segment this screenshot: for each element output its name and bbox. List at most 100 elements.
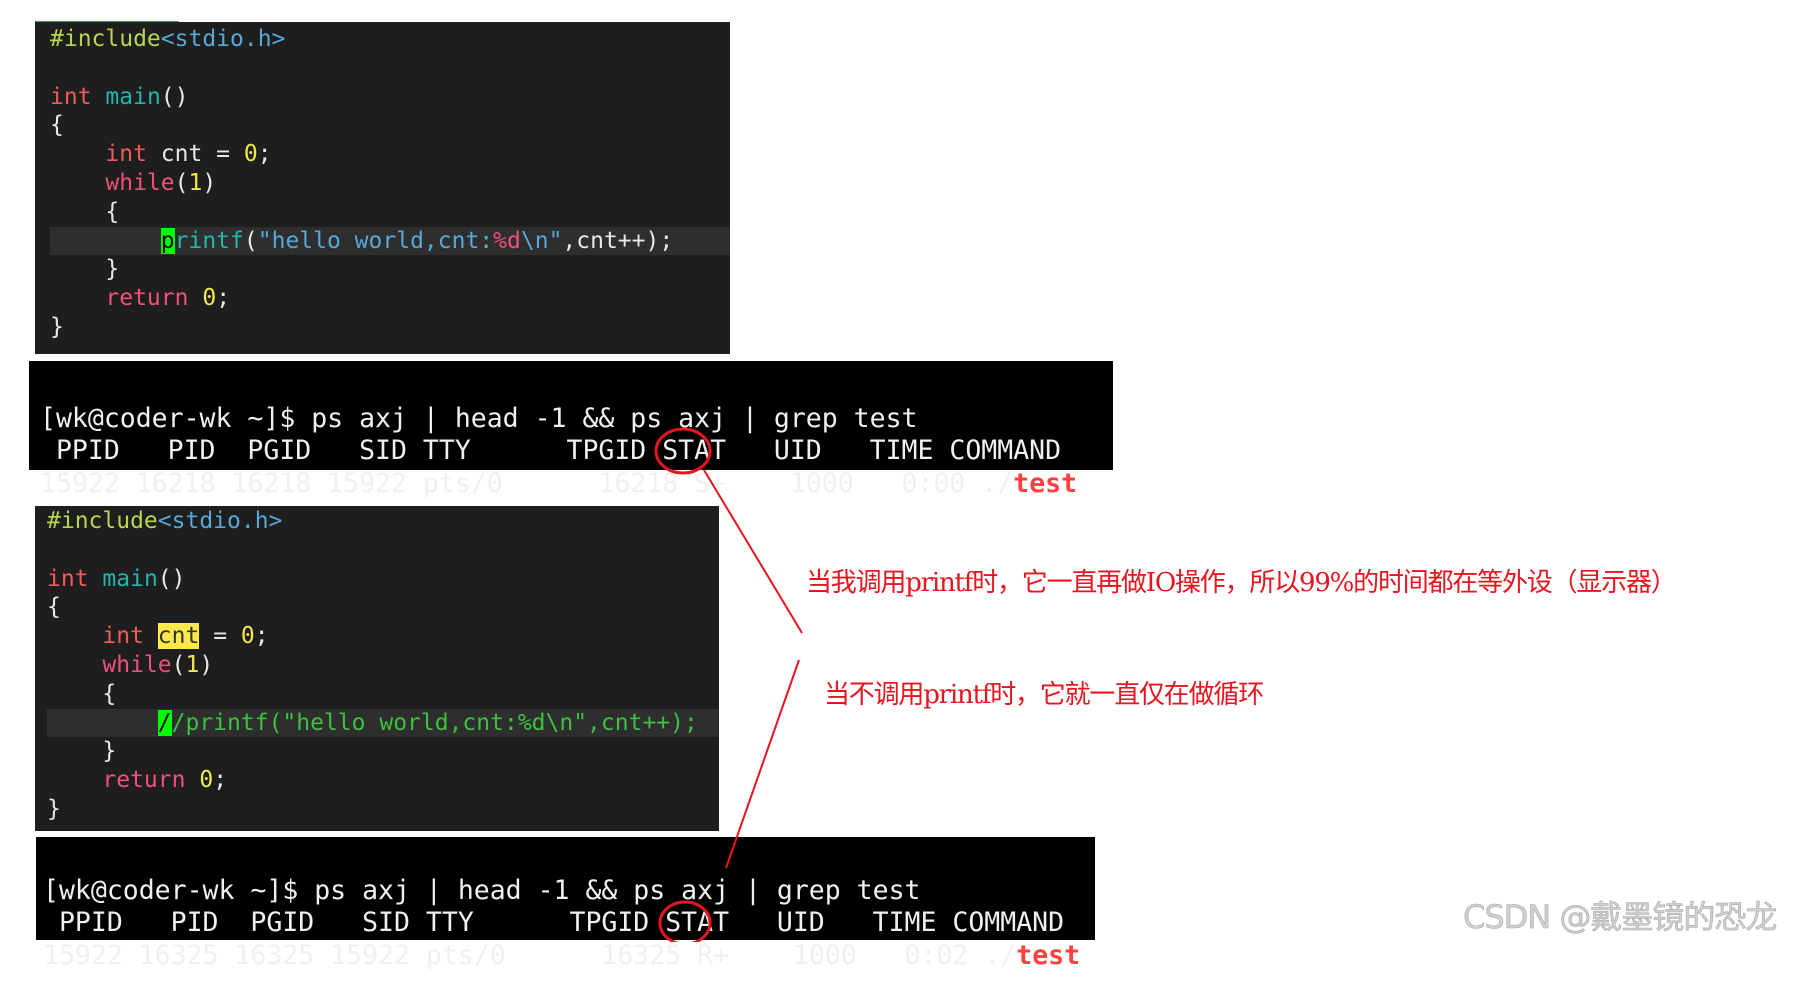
code-line: { — [35, 111, 730, 140]
code-token: } — [47, 738, 117, 765]
code-token: } — [50, 313, 64, 340]
code-token: while — [102, 651, 172, 678]
code-line: { — [35, 593, 719, 622]
code-line: #include<stdio.h> — [35, 25, 730, 54]
terminal-without-printf: [wk@coder-wk ~]$ ps axj | head -1 && ps … — [36, 837, 1095, 971]
code-token: " — [548, 227, 563, 254]
code-token: p — [160, 227, 175, 254]
code-token: ( — [243, 227, 258, 254]
terminal-row: 15922 16325 16325 15922 pts/0 16325 R+ 1… — [43, 940, 1095, 973]
code-line: int cnt = 0; — [35, 140, 730, 169]
code-line: } — [35, 795, 719, 824]
code-token: %d — [493, 227, 521, 254]
terminal-command: [wk@coder-wk ~]$ ps axj | head -1 && ps … — [40, 402, 918, 434]
row-middle: 1000 0:00 ./ — [726, 467, 1014, 499]
code-line: printf("hello world,cnt:%d\n",cnt++); — [50, 226, 730, 256]
code-line: } — [35, 737, 719, 766]
process-name: test — [1016, 939, 1081, 971]
code-token: int — [50, 83, 92, 110]
code-token: main — [102, 565, 158, 592]
code-token: #include — [50, 26, 161, 52]
code-token: ) — [199, 651, 214, 678]
code-line: while(1) — [35, 651, 719, 680]
code-line: } — [35, 313, 730, 342]
code-editor-with-printf: #include<stdio.h> int main(){ int cnt = 0… — [35, 22, 730, 354]
terminal-command: [wk@coder-wk ~]$ ps axj | head -1 && ps … — [43, 874, 921, 906]
code-token: ; — [254, 623, 269, 650]
row-middle: 1000 0:02 ./ — [729, 939, 1017, 971]
stat-value: R+ — [697, 939, 730, 971]
code-token: ) — [202, 169, 217, 196]
row-prefix: 15922 16325 16325 15922 pts/0 16325 — [43, 939, 698, 971]
code-token: / — [157, 709, 172, 736]
terminal-with-printf: [wk@coder-wk ~]$ ps axj | head -1 && ps … — [29, 361, 1113, 499]
code-line: { — [35, 680, 719, 709]
code-token: { — [47, 594, 61, 621]
code-token: cnt = — [146, 141, 244, 168]
code-token: ; — [216, 285, 231, 312]
stat-value: S+ — [694, 467, 727, 499]
code-token: main — [105, 83, 161, 110]
annotation-without-printf: 当不调用printf时，它就一直仅在做循环 — [824, 680, 1264, 710]
code-token: } — [47, 795, 61, 822]
code-token: { — [47, 680, 117, 707]
code-line: { — [35, 198, 730, 227]
code-token: = — [199, 623, 241, 650]
code-token: int — [47, 565, 89, 592]
code-token: 0 — [243, 141, 258, 168]
annotation-with-printf: 当我调用printf时，它一直再做IO操作，所以99%的时间都在等外设（显示器） — [806, 568, 1677, 598]
code-token: 0 — [199, 767, 214, 794]
code-token: return — [102, 767, 186, 794]
code-editor-without-printf: #include<stdio.h> int main(){ int cnt = 0… — [35, 506, 719, 831]
code-line: return 0; — [35, 766, 719, 795]
code-token: 1 — [188, 169, 203, 196]
code-token: <stdio.h> — [160, 26, 286, 52]
code-line: int main() — [35, 83, 730, 112]
code-line: int main() — [35, 565, 719, 594]
code-token: return — [105, 285, 189, 312]
terminal-row: 15922 16218 16218 15922 pts/0 16218 S+ 1… — [40, 468, 1113, 501]
code-token: rintf — [174, 227, 244, 254]
code-token: /printf("hello world,cnt:%d\n",cnt++); — [171, 709, 698, 736]
process-name: test — [1013, 467, 1078, 499]
code-token: ( — [171, 651, 186, 678]
code-token: while — [105, 169, 175, 196]
code-line: return 0; — [35, 284, 730, 313]
code-token: 0 — [240, 623, 255, 650]
code-line: int cnt = 0; — [35, 622, 719, 651]
row-prefix: 15922 16218 16218 15922 pts/0 16218 — [40, 467, 695, 499]
code-token: 0 — [202, 285, 217, 312]
code-line: while(1) — [35, 169, 730, 198]
code-token: 1 — [185, 651, 200, 678]
code-token: "hello world,cnt: — [257, 227, 494, 254]
code-token: int — [102, 623, 144, 650]
code-token: ( — [174, 169, 189, 196]
watermark: CSDN @戴墨镜的恐龙 — [1463, 898, 1778, 937]
code-line: } — [35, 255, 730, 284]
code-token: int — [105, 141, 147, 168]
code-token: } — [50, 256, 120, 283]
code-token: () — [160, 83, 189, 110]
code-line: #include<stdio.h> — [35, 507, 719, 536]
code-token: #include — [47, 508, 158, 534]
code-token: { — [50, 112, 64, 139]
code-line: //printf("hello world,cnt:%d\n",cnt++); — [47, 708, 719, 738]
terminal-header: PPID PID PGID SID TTY TPGID STAT UID TIM… — [43, 907, 1065, 938]
code-token: ; — [257, 141, 272, 168]
code-token: () — [157, 565, 186, 592]
